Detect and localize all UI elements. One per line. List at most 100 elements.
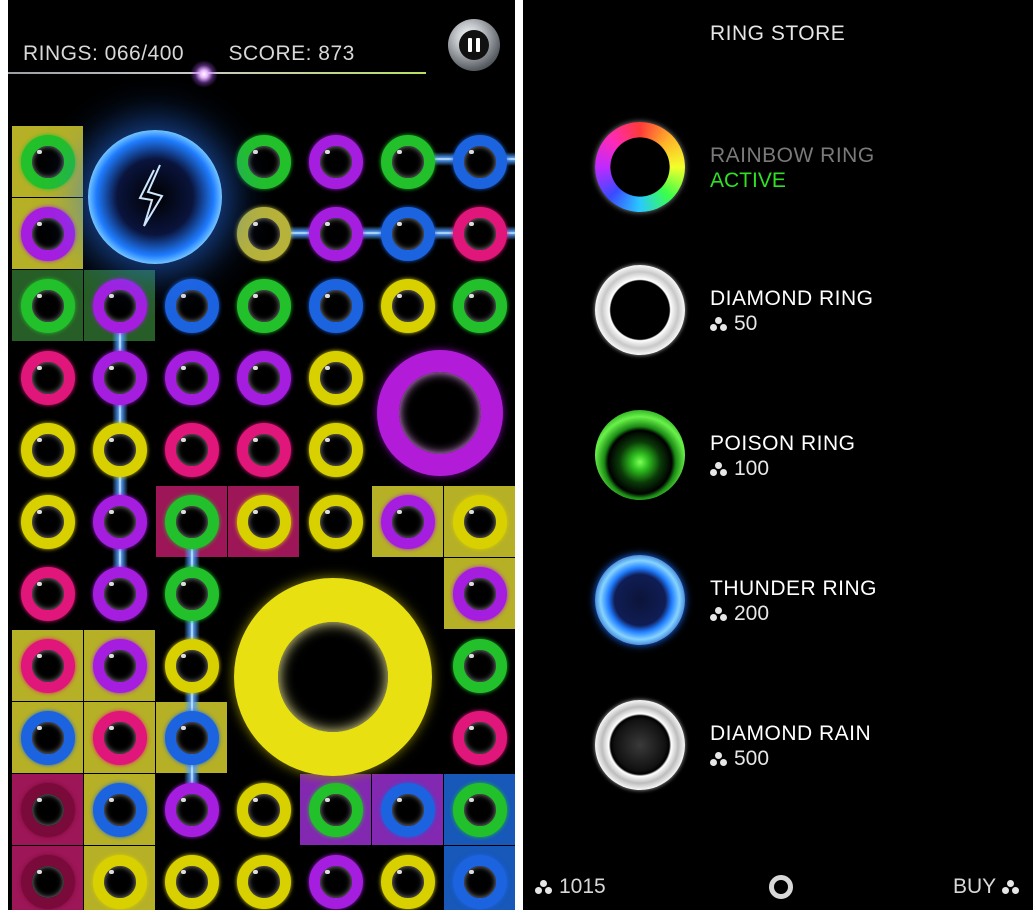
purple-ring[interactable] — [236, 350, 291, 405]
diamond-ring-icon — [595, 265, 685, 355]
item-name: THUNDER RING — [710, 577, 877, 600]
blue-ring[interactable] — [452, 854, 507, 909]
green-ring[interactable] — [452, 782, 507, 837]
pink-ring[interactable] — [20, 566, 75, 621]
lightning-icon — [138, 164, 164, 227]
store-title: RING STORE — [710, 22, 846, 45]
yellow-ring[interactable] — [452, 494, 507, 549]
yellow-ring[interactable] — [20, 494, 75, 549]
green-ring[interactable] — [236, 278, 291, 333]
item-name: RAINBOW RING — [710, 144, 875, 167]
pause-button[interactable] — [448, 19, 500, 71]
store-item-poison-ring[interactable]: POISON RING 100 — [523, 410, 1033, 510]
big-purple-ring[interactable] — [377, 350, 503, 476]
purple-ring[interactable] — [92, 278, 147, 333]
darkpink-ring[interactable] — [20, 854, 75, 909]
green-ring[interactable] — [164, 494, 219, 549]
pink-ring[interactable] — [164, 422, 219, 477]
item-name: DIAMOND RING — [710, 287, 874, 310]
coins-icon — [535, 880, 553, 895]
purple-ring[interactable] — [308, 206, 363, 261]
green-ring[interactable] — [380, 134, 435, 189]
yellow-ring[interactable] — [164, 854, 219, 909]
pink-ring[interactable] — [452, 206, 507, 261]
progress-spark-icon — [190, 60, 218, 88]
item-status-active: ACTIVE — [710, 169, 786, 192]
blue-ring[interactable] — [164, 278, 219, 333]
purple-ring[interactable] — [92, 566, 147, 621]
pink-ring[interactable] — [20, 638, 75, 693]
store-item-thunder-ring[interactable]: THUNDER RING 200 — [523, 555, 1033, 655]
green-ring[interactable] — [308, 782, 363, 837]
yellow-ring[interactable] — [308, 422, 363, 477]
yellow-ring[interactable] — [164, 638, 219, 693]
purple-ring[interactable] — [164, 350, 219, 405]
green-ring[interactable] — [236, 134, 291, 189]
purple-ring[interactable] — [92, 494, 147, 549]
ring-toggle-icon[interactable] — [769, 875, 793, 899]
coin-balance: 1015 — [535, 875, 606, 899]
yellow-ring[interactable] — [236, 494, 291, 549]
coins-icon — [1001, 880, 1020, 895]
yellow-ring[interactable] — [308, 494, 363, 549]
green-ring[interactable] — [20, 278, 75, 333]
purple-ring[interactable] — [164, 782, 219, 837]
purple-ring[interactable] — [92, 350, 147, 405]
purple-ring[interactable] — [308, 134, 363, 189]
green-ring[interactable] — [164, 566, 219, 621]
item-price: 50 — [710, 312, 757, 336]
big-yellow-ring[interactable] — [234, 578, 432, 776]
yellow-ring[interactable] — [308, 350, 363, 405]
blue-ring[interactable] — [380, 206, 435, 261]
green-ring[interactable] — [452, 278, 507, 333]
blue-ring[interactable] — [20, 710, 75, 765]
coins-icon — [710, 317, 728, 332]
blue-ring[interactable] — [380, 782, 435, 837]
green-ring[interactable] — [452, 638, 507, 693]
item-price: 200 — [710, 602, 769, 626]
olive-ring[interactable] — [236, 206, 291, 261]
pause-icon — [459, 30, 489, 60]
blue-ring[interactable] — [452, 134, 507, 189]
yellow-ring[interactable] — [20, 422, 75, 477]
store-item-diamond-rain[interactable]: DIAMOND RAIN 500 — [523, 700, 1033, 800]
pink-ring[interactable] — [20, 350, 75, 405]
coins-icon — [710, 752, 728, 767]
yellow-ring[interactable] — [380, 854, 435, 909]
store-item-rainbow-ring[interactable]: RAINBOW RING ACTIVE — [523, 122, 1033, 222]
purple-ring[interactable] — [308, 854, 363, 909]
blue-ring[interactable] — [164, 710, 219, 765]
yellow-ring[interactable] — [236, 854, 291, 909]
hud: RINGS: 066/400 SCORE: 873 — [23, 42, 355, 66]
item-name: POISON RING — [710, 432, 856, 455]
diamond-rain-icon — [595, 700, 685, 790]
blue-ring[interactable] — [308, 278, 363, 333]
purple-ring[interactable] — [92, 638, 147, 693]
yellow-ring[interactable] — [92, 422, 147, 477]
item-price: 500 — [710, 747, 769, 771]
purple-ring[interactable] — [452, 566, 507, 621]
buy-coins-button[interactable]: BUY — [953, 875, 1026, 899]
game-board-panel: RINGS: 066/400 SCORE: 873 — [8, 0, 515, 910]
poison-ring-icon — [595, 410, 685, 500]
yellow-ring[interactable] — [380, 278, 435, 333]
thunder-ring-powerup[interactable] — [88, 130, 222, 264]
yellow-ring[interactable] — [236, 782, 291, 837]
yellow-ring[interactable] — [92, 854, 147, 909]
pink-ring[interactable] — [452, 710, 507, 765]
coins-icon — [710, 607, 728, 622]
ring-store-panel: RING STORE RAINBOW RING ACTIVE DIAMOND R… — [523, 0, 1033, 910]
darkpink-ring[interactable] — [20, 782, 75, 837]
blue-ring[interactable] — [92, 782, 147, 837]
purple-ring[interactable] — [20, 206, 75, 261]
purple-ring[interactable] — [380, 494, 435, 549]
rings-counter: RINGS: 066/400 — [23, 42, 185, 65]
score-counter: SCORE: 873 — [228, 42, 355, 65]
coins-icon — [710, 462, 728, 477]
item-price: 100 — [710, 457, 769, 481]
pink-ring[interactable] — [236, 422, 291, 477]
store-item-diamond-ring[interactable]: DIAMOND RING 50 — [523, 265, 1033, 365]
rainbow-ring-icon — [595, 122, 685, 212]
green-ring[interactable] — [20, 134, 75, 189]
pink-ring[interactable] — [92, 710, 147, 765]
